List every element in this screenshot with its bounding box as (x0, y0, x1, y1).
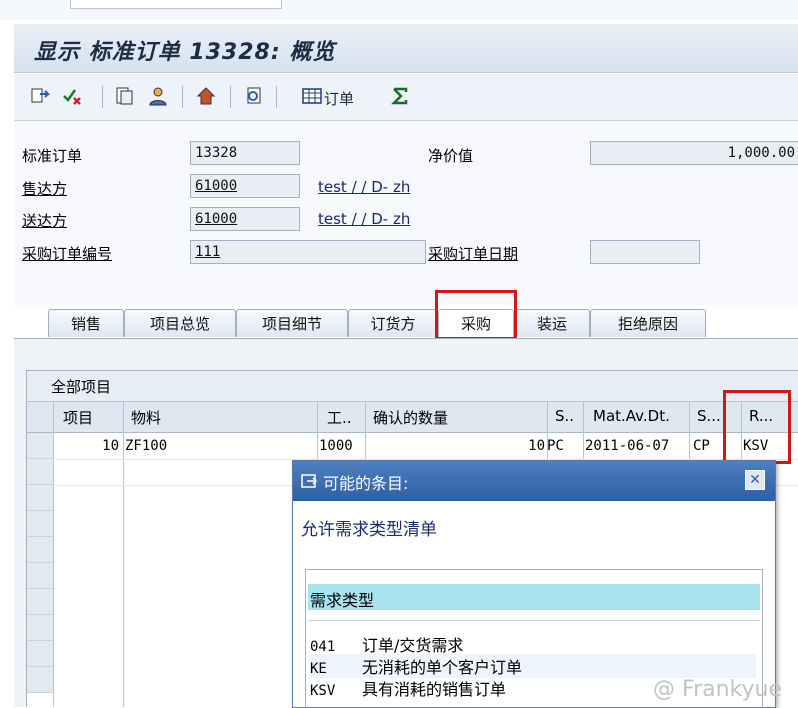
col-item[interactable]: 项目 (63, 407, 93, 428)
cell-material[interactable]: ZF100 (125, 438, 167, 454)
grid-title-bar: 全部项目 (27, 371, 798, 402)
dialog-title: 可能的条目: (323, 474, 409, 493)
dialog-subtitle: 允许需求类型清单 (301, 520, 437, 540)
order-button-label[interactable]: 订单 (324, 88, 354, 109)
sold-to-label[interactable]: 售达方 (22, 178, 67, 199)
row-selector[interactable] (27, 433, 53, 459)
command-field[interactable] (70, 0, 282, 9)
tab-rejection-reason[interactable]: 拒绝原因 (590, 309, 706, 337)
col-confirmed-qty[interactable]: 确认的数量 (373, 407, 448, 428)
tab-sales[interactable]: 销售 (48, 309, 124, 337)
cell-status[interactable]: CP (693, 438, 710, 454)
row-selector[interactable] (27, 537, 53, 563)
tab-strip: 销售 项目总览 项目细节 订货方 采购 装运 拒绝原因 (14, 305, 798, 339)
ship-to-field[interactable]: 61000 (190, 207, 300, 231)
entry-code: KE (310, 661, 327, 677)
order-table-icon[interactable] (302, 86, 322, 106)
application-toolbar: 订单 (14, 74, 798, 121)
po-number-label[interactable]: 采购订单编号 (22, 243, 112, 264)
net-value-label: 净价值 (428, 147, 474, 165)
col-material[interactable]: 物料 (131, 407, 161, 428)
dialog-title-bar: 可能的条目: ✕ (293, 461, 775, 501)
row-selector[interactable] (27, 667, 53, 693)
cell-plant[interactable]: 1000 (319, 438, 353, 454)
top-strip (0, 0, 798, 20)
entry-text: 订单/交货需求 (362, 636, 464, 655)
po-date-label[interactable]: 采购订单日期 (428, 243, 518, 264)
col-mat-av-date[interactable]: Mat.Av.Dt. (593, 407, 670, 425)
tab-item-overview[interactable]: 项目总览 (124, 309, 236, 337)
tab-ordering-party[interactable]: 订货方 (348, 309, 438, 337)
col-status[interactable]: S... (697, 407, 721, 425)
page-title: 显示 标准订单 13328: 概览 (34, 40, 336, 65)
order-label: 标准订单 (22, 147, 83, 165)
check-delete-icon[interactable] (62, 86, 82, 106)
sold-to-link[interactable]: test / / D- zh (318, 178, 410, 196)
row-selector[interactable] (27, 641, 53, 667)
ship-to-label[interactable]: 送达方 (22, 210, 67, 231)
cell-qty[interactable]: 10 (367, 438, 545, 454)
display-document-icon[interactable] (244, 86, 264, 106)
partner-icon[interactable] (148, 86, 168, 106)
list-item[interactable]: KSV 具有消耗的销售订单 (310, 676, 506, 700)
net-value-field: 1,000.00 (590, 141, 798, 165)
cell-date[interactable]: 2011-06-07 (585, 438, 669, 454)
row-selector[interactable] (27, 485, 53, 511)
watermark: @ Frankyue (653, 677, 782, 702)
row-selector[interactable] (27, 615, 53, 641)
entry-code: 041 (310, 639, 336, 655)
dialog-window-icon (301, 474, 317, 488)
cell-unit[interactable]: PC (547, 438, 564, 454)
annotation-box-procurement-tab (435, 290, 517, 340)
cell-item[interactable]: 10 (53, 438, 119, 454)
annotation-box-req-type (723, 390, 791, 464)
grid-header-row: 项目 物料 工.. 确认的数量 S.. Mat.Av.Dt. S... R... (27, 402, 798, 433)
switch-view-icon[interactable] (30, 86, 50, 106)
col-plant[interactable]: 工.. (327, 407, 352, 428)
sum-icon[interactable] (390, 86, 410, 106)
close-icon[interactable]: ✕ (745, 470, 765, 490)
grid-title: 全部项目 (51, 378, 112, 396)
order-number-field: 13328 (190, 141, 300, 165)
ship-to-link[interactable]: test / / D- zh (318, 210, 410, 228)
po-date-field[interactable] (590, 240, 700, 264)
list-header-label: 需求类型 (310, 591, 375, 610)
list-item[interactable]: 041 订单/交货需求 (310, 632, 463, 656)
entry-code: KSV (310, 683, 336, 699)
list-item[interactable]: KE 无消耗的单个客户订单 (310, 654, 756, 678)
tab-shipping[interactable]: 装运 (514, 309, 590, 337)
tab-item-detail[interactable]: 项目细节 (236, 309, 348, 337)
header-area: 标准订单 13328 净价值 1,000.00 售达方 61000 test /… (14, 121, 798, 305)
row-selector[interactable] (27, 511, 53, 537)
row-selector[interactable] (27, 563, 53, 589)
possible-entries-dialog: 可能的条目: ✕ 允许需求类型清单 需求类型 041 订单/交货需求 KE 无消耗的… (292, 460, 776, 708)
document-flow-icon[interactable] (114, 86, 134, 106)
entry-text: 具有消耗的销售订单 (362, 680, 507, 699)
row-selector[interactable] (27, 459, 53, 485)
entry-text: 无消耗的单个客户订单 (362, 658, 523, 677)
po-number-field[interactable]: 111 (190, 240, 426, 264)
sold-to-field[interactable]: 61000 (190, 174, 300, 198)
row-selector[interactable] (27, 589, 53, 615)
col-unit[interactable]: S.. (555, 407, 574, 425)
header-icon[interactable] (196, 86, 216, 106)
title-bar: 显示 标准订单 13328: 概览 (14, 24, 798, 73)
list-header: 需求类型 (308, 584, 760, 610)
